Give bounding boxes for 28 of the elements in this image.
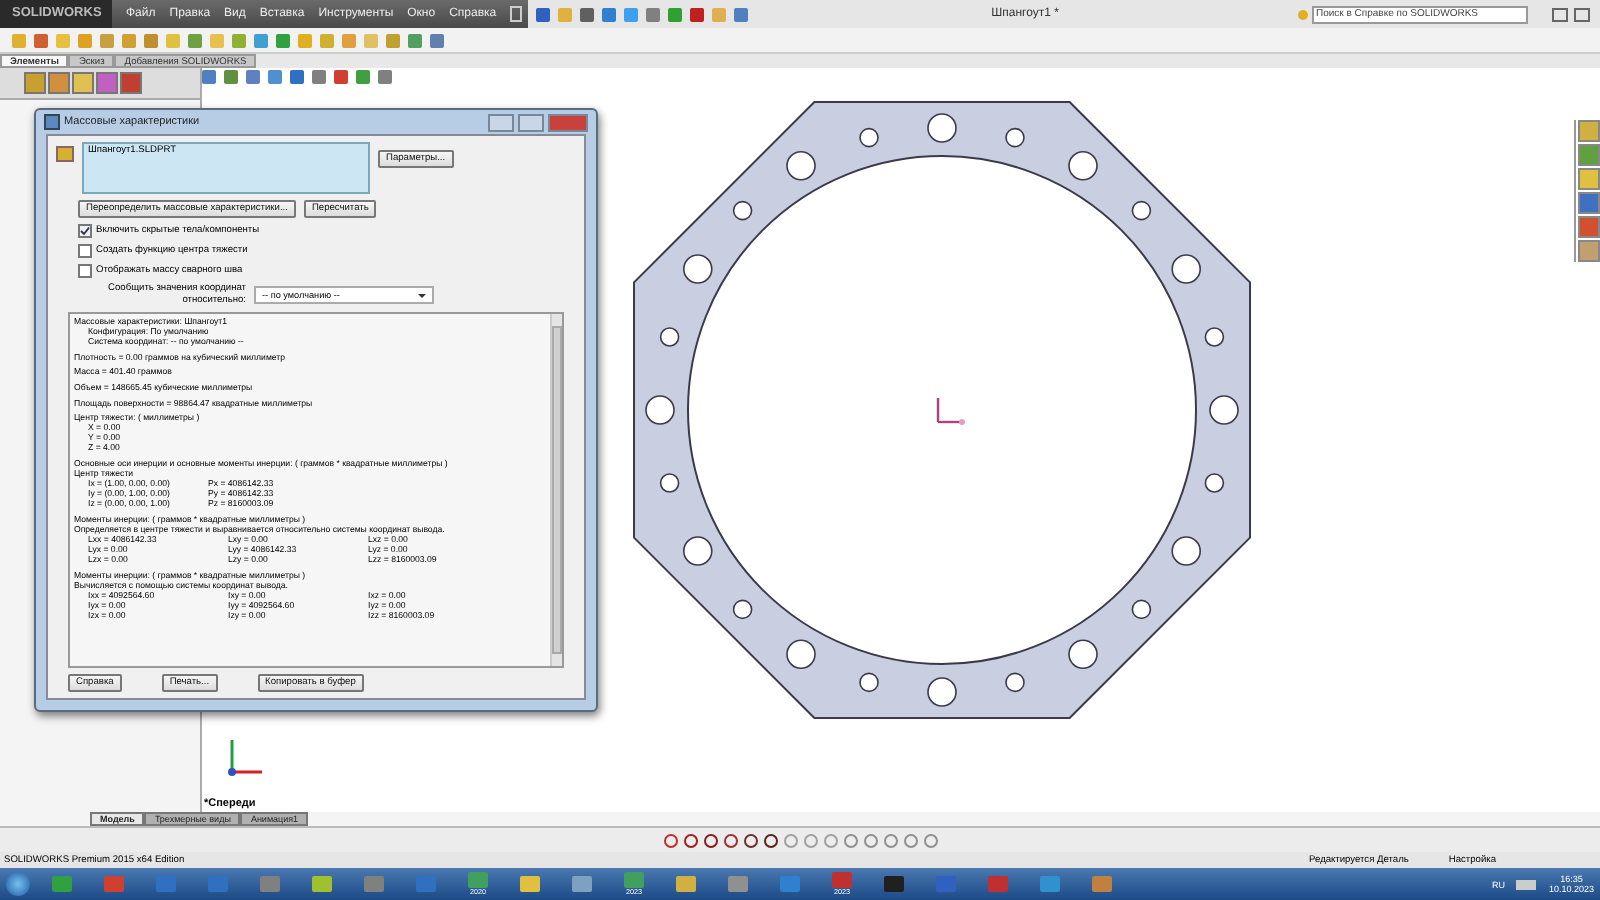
task-pane-icon[interactable] [1578,120,1600,142]
panel-tab-icon[interactable] [96,72,118,94]
checkbox[interactable] [78,264,92,278]
panel-tab-icon[interactable] [24,72,46,94]
origin-icon [936,398,965,425]
task-pane-icon[interactable] [1578,168,1600,190]
dropdown-arrow-icon [418,293,426,297]
checkbox[interactable] [78,244,92,258]
tray-icon[interactable] [1516,879,1537,889]
pin-icon[interactable] [510,6,523,22]
task-pane-icon[interactable] [1578,216,1600,238]
axis-triad-icon [228,740,262,776]
part-icon [56,146,74,162]
scrollbar[interactable] [550,314,562,666]
minimize-button[interactable] [1552,7,1568,21]
window-icon [44,114,60,130]
task-pane-icon[interactable] [1578,240,1600,262]
maximize-button[interactable] [518,113,544,131]
start-button[interactable] [6,872,30,896]
panel-tab-icon[interactable] [120,72,142,94]
help-icon [1298,9,1308,19]
checkbox[interactable] [78,224,92,238]
close-button[interactable] [548,113,588,131]
panel-tab-icon[interactable] [72,72,94,94]
minimize-button[interactable] [488,113,514,131]
restore-button[interactable] [1574,7,1590,21]
task-pane-icon[interactable] [1578,192,1600,214]
panel-tab-icon[interactable] [48,72,70,94]
